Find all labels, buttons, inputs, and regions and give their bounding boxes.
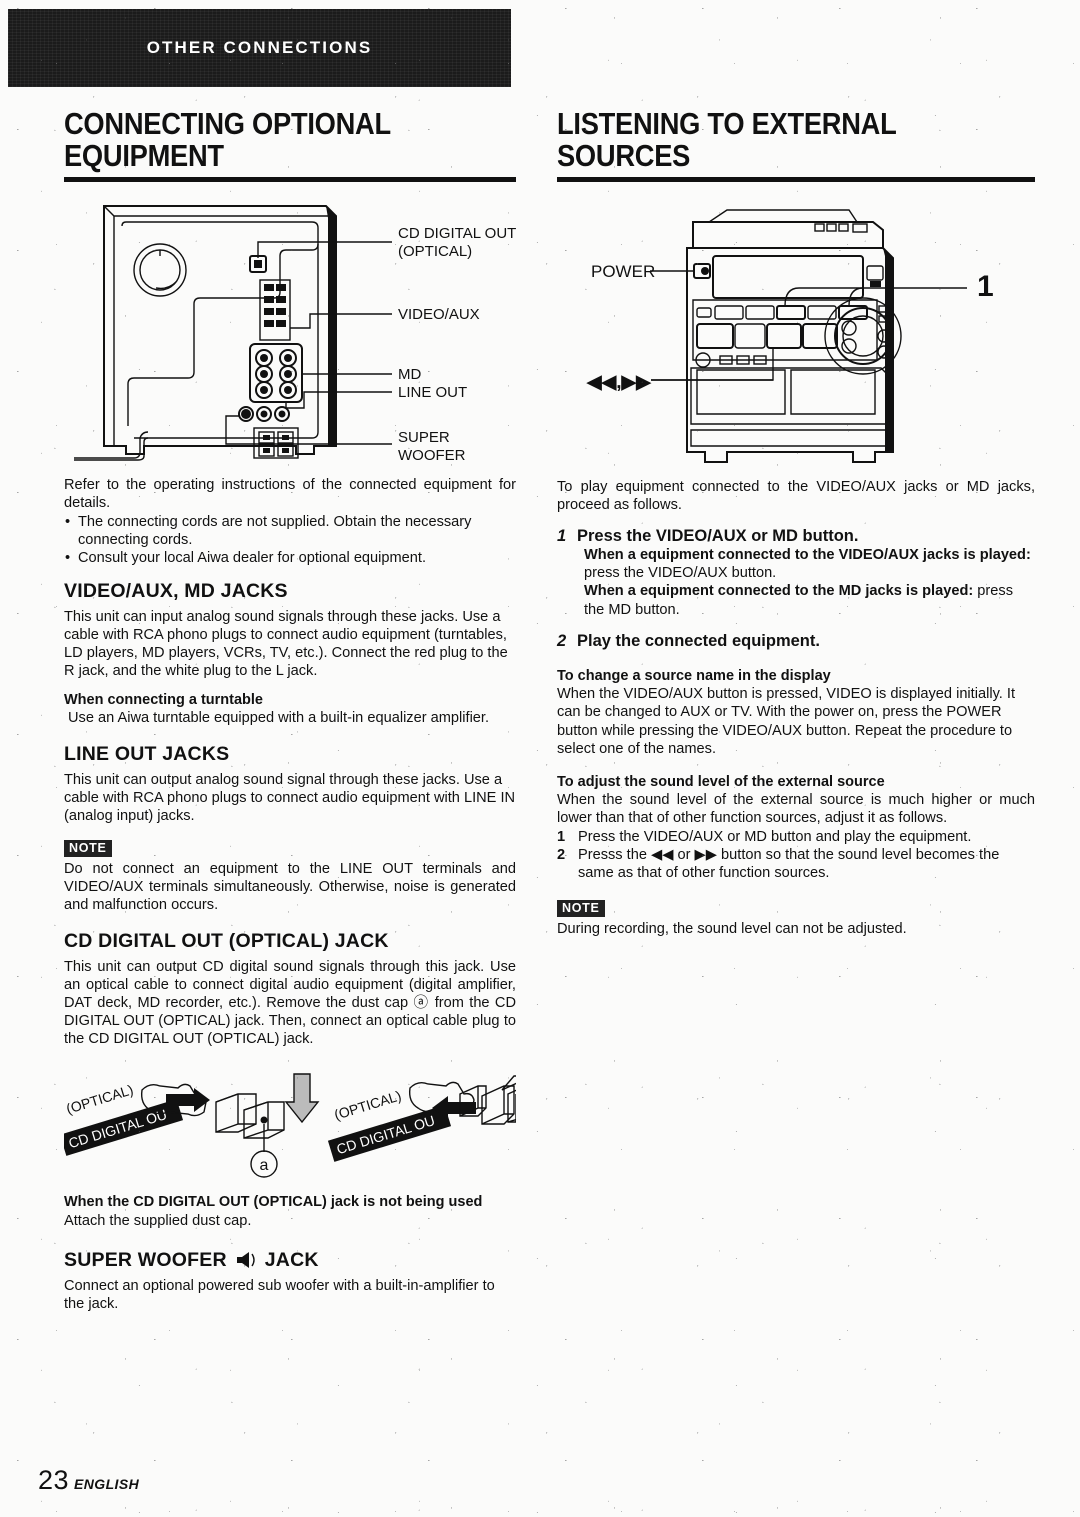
- body-change-source-name: When the VIDEO/AUX button is pressed, VI…: [557, 686, 1016, 757]
- callout-super: SUPER: [398, 429, 450, 446]
- list-item: The connecting cords are not supplied. O…: [64, 513, 516, 549]
- callout-optical: (OPTICAL): [398, 243, 472, 260]
- body-line-out-jacks: This unit can output analog sound signal…: [64, 771, 516, 824]
- body-super-woofer-jack: Connect an optional powered sub woofer w…: [64, 1277, 495, 1312]
- callout-cd-digital-out: CD DIGITAL OUT: [398, 225, 516, 242]
- figure-label-optical-right: (OPTICAL): [332, 1087, 403, 1123]
- heading-line-out-jacks: LINE OUT JACKS: [64, 742, 230, 765]
- heading-super-woofer-jack: SUPER WOOFER JACK: [64, 1249, 516, 1272]
- heading-connecting-turntable: When connecting a turntable: [64, 691, 263, 708]
- list-item-number: 2: [557, 846, 566, 863]
- body-connecting-turntable: Use an Aiwa turntable equipped with a bu…: [68, 709, 490, 726]
- step-detail-rest: press the VIDEO/AUX button.: [584, 565, 777, 582]
- right-column: LISTENING TO EXTERNAL SOURCES POWER ◀◀,▶…: [557, 106, 1035, 938]
- heading-jack-not-used: When the CD DIGITAL OUT (OPTICAL) jack i…: [64, 1193, 483, 1210]
- adjust-steps-list: 1 Press the VIDEO/AUX or MD button and pl…: [557, 828, 1035, 882]
- note-body-line-out: Do not connect an equipment to the LINE …: [64, 860, 516, 913]
- left-bullet-list: The connecting cords are not supplied. O…: [64, 513, 516, 567]
- callout-step-1: 1: [977, 270, 994, 303]
- step-detail-videoaux: When a equipment connected to the VIDEO/…: [577, 546, 1035, 582]
- rear-panel-diagram: CD DIGITAL OUT (OPTICAL) VIDEO/AUX MD LI…: [64, 196, 516, 470]
- step-detail-bold: When a equipment connected to the VIDEO/…: [584, 547, 1031, 564]
- step-detail-md: When a equipment connected to the MD jac…: [577, 582, 1035, 618]
- heading-super-woofer-post: JACK: [264, 1248, 319, 1271]
- title-rule-right: [557, 177, 1035, 183]
- page-title-left-line1: CONNECTING OPTIONAL: [64, 106, 391, 141]
- page-language: ENGLISH: [74, 1476, 140, 1492]
- title-rule-left: [64, 177, 516, 183]
- callout-video-aux: VIDEO/AUX: [398, 306, 480, 323]
- list-item: Consult your local Aiwa dealer for optio…: [64, 549, 516, 567]
- callout-skip-buttons: ◀◀,▶▶: [586, 372, 652, 393]
- step-1: 1 Press the VIDEO/AUX or MD button. When…: [557, 527, 1035, 619]
- list-item-text: Presss the ◀◀ or ▶▶ button so that the s…: [578, 846, 1000, 881]
- page-title-left-line2: EQUIPMENT: [64, 138, 224, 174]
- note-badge: NOTE: [64, 839, 112, 857]
- step-title: Press the VIDEO/AUX or MD button.: [577, 526, 859, 545]
- optical-cable-figure: (OPTICAL) CD DIGITAL OU a (OPTICAL) CD D…: [64, 1060, 516, 1190]
- page-title-right-line1: LISTENING TO EXTERNAL: [557, 106, 897, 141]
- step-number: 1: [557, 526, 567, 545]
- body-jack-not-used: Attach the supplied dust cap.: [64, 1213, 252, 1230]
- step-2: 2 Play the connected equipment.: [557, 632, 1035, 652]
- figure-callout-a: a: [260, 1157, 269, 1174]
- body-cd-digital-out-jack: This unit can output CD digital sound si…: [64, 958, 516, 1047]
- heading-super-woofer-pre: SUPER WOOFER: [64, 1248, 227, 1271]
- callout-power: POWER: [591, 262, 655, 281]
- heading-change-source-name: To change a source name in the display: [557, 668, 831, 685]
- page-number: 23: [38, 1465, 70, 1495]
- speaker-icon: [235, 1251, 257, 1269]
- list-item: 2 Presss the ◀◀ or ▶▶ button so that the …: [557, 846, 1035, 882]
- body-videoaux-md-jacks: This unit can input analog sound signals…: [64, 608, 508, 679]
- note-body-recording: During recording, the sound level can no…: [557, 920, 907, 937]
- page-title-right: LISTENING TO EXTERNAL SOURCES: [557, 106, 978, 174]
- section-banner: OTHER CONNECTIONS: [8, 9, 511, 87]
- left-column: CONNECTING OPTIONAL EQUIPMENT CD DIGITAL…: [64, 106, 516, 1313]
- front-panel-diagram: POWER ◀◀,▶▶ 1: [557, 196, 1035, 474]
- steps-list: 1 Press the VIDEO/AUX or MD button. When…: [557, 527, 1035, 652]
- list-item-text: Press the VIDEO/AUX or MD button and pla…: [578, 828, 972, 845]
- left-intro: Refer to the operating instructions of t…: [64, 477, 516, 512]
- page-footer: 23 ENGLISH: [38, 1465, 139, 1496]
- heading-videoaux-md-jacks: VIDEO/AUX, MD JACKS: [64, 579, 288, 602]
- banner-label: OTHER CONNECTIONS: [146, 38, 373, 57]
- list-item-number: 1: [557, 828, 566, 845]
- note-badge: NOTE: [557, 899, 605, 917]
- body-adjust-sound-level: When the sound level of the external sou…: [557, 791, 1035, 826]
- right-intro: To play equipment connected to the VIDEO…: [557, 479, 1035, 514]
- figure-label-optical-left: (OPTICAL): [64, 1081, 135, 1117]
- list-item: 1 Press the VIDEO/AUX or MD button and pl…: [557, 828, 1035, 846]
- callout-md: MD: [398, 366, 421, 383]
- heading-adjust-sound-level: To adjust the sound level of the externa…: [557, 773, 885, 790]
- page-title-left: CONNECTING OPTIONAL EQUIPMENT: [64, 106, 462, 174]
- callout-woofer: WOOFER: [398, 447, 466, 464]
- heading-cd-digital-out-jack: CD DIGITAL OUT (OPTICAL) JACK: [64, 929, 389, 952]
- step-number: 2: [557, 631, 567, 650]
- callout-line-out: LINE OUT: [398, 384, 467, 401]
- step-detail-bold: When a equipment connected to the MD jac…: [584, 583, 974, 600]
- step-title: Play the connected equipment.: [577, 631, 820, 650]
- page-title-right-line2: SOURCES: [557, 138, 691, 174]
